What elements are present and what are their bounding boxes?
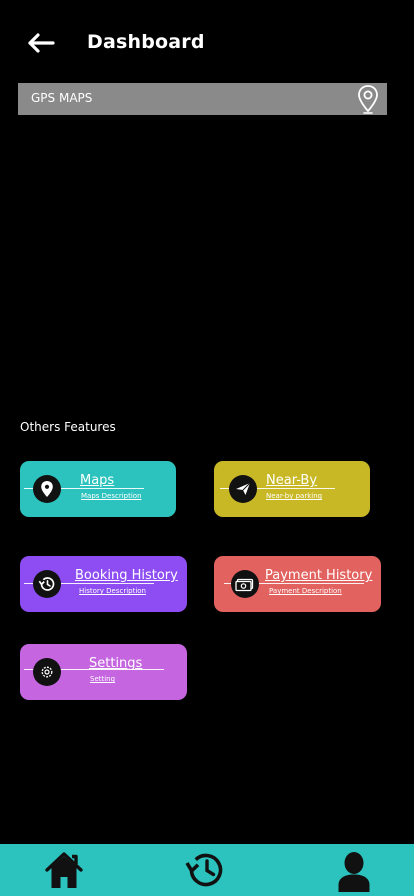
- settings-icon-badge: [33, 658, 61, 686]
- gps-maps-label: GPS MAPS: [31, 91, 93, 105]
- home-icon: [45, 852, 83, 888]
- user-icon: [338, 852, 370, 892]
- history-icon: [185, 853, 223, 887]
- section-title: Others Features: [20, 420, 116, 434]
- booking-history-description: History Description: [79, 587, 146, 595]
- money-icon: [235, 578, 254, 592]
- history-icon: [38, 577, 55, 591]
- maps-label: Maps: [80, 473, 115, 488]
- nav-home[interactable]: [42, 848, 86, 892]
- booking-history-card[interactable]: Booking History History Description: [20, 556, 187, 612]
- payment-history-card[interactable]: Payment History Payment Description: [214, 556, 381, 612]
- nav-profile[interactable]: [332, 848, 376, 892]
- gps-maps-bar[interactable]: GPS MAPS: [18, 83, 387, 115]
- gear-icon: [41, 666, 53, 678]
- nearby-card[interactable]: Near-By Near-by parking: [214, 461, 370, 517]
- booking-icon-badge: [33, 570, 61, 598]
- nearby-label: Near-By: [266, 473, 318, 488]
- map-pin-outline-icon: [358, 85, 378, 114]
- location-pin-icon: [41, 481, 53, 497]
- bottom-nav: [0, 844, 414, 896]
- arrow-left-icon: [28, 33, 55, 53]
- booking-history-label: Booking History: [75, 568, 178, 583]
- nearby-description: Near-by parking: [266, 492, 323, 500]
- nav-history[interactable]: [184, 848, 228, 892]
- settings-description: Setting: [90, 675, 116, 683]
- payment-icon-badge: [231, 570, 259, 598]
- settings-card[interactable]: Settings Setting: [20, 644, 187, 700]
- payment-history-description: Payment Description: [269, 587, 342, 595]
- payment-history-label: Payment History: [265, 568, 373, 583]
- app-header: Dashboard: [0, 0, 414, 86]
- back-button[interactable]: [26, 28, 56, 58]
- nearby-icon-badge: [229, 475, 257, 503]
- page-title: Dashboard: [87, 31, 205, 53]
- settings-label: Settings: [89, 656, 143, 671]
- maps-description: Maps Description: [81, 492, 142, 500]
- maps-icon-badge: [33, 475, 61, 503]
- send-icon: [236, 482, 251, 495]
- maps-card[interactable]: Maps Maps Description: [20, 461, 176, 517]
